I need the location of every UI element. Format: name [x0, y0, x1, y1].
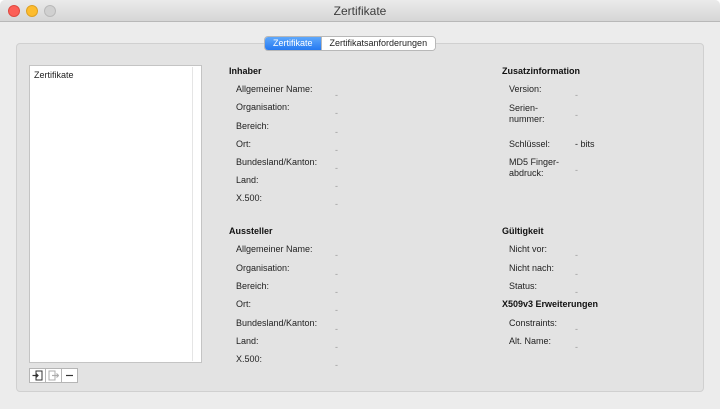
list-button-bar [29, 368, 78, 383]
aussteller-land-label: Land: [236, 336, 259, 346]
inhaber-ort-label: Ort: [236, 139, 251, 149]
constraints-value: - [575, 324, 578, 334]
not-after-value: - [575, 269, 578, 279]
aussteller-bereich-label: Bereich: [236, 281, 270, 291]
aussteller-x500-label: X.500: [236, 354, 263, 364]
certificate-list[interactable]: Zertifikate [29, 65, 202, 363]
list-item[interactable]: Zertifikate [34, 70, 74, 80]
constraints-label: Constraints: [509, 318, 558, 328]
aussteller-title: Aussteller [229, 226, 273, 236]
status-value: - [575, 287, 578, 297]
key-label: Schlüssel: [509, 139, 551, 149]
inhaber-common-name-value: - [335, 90, 338, 100]
gueltigkeit-title: Gültigkeit [502, 226, 544, 236]
import-button[interactable] [29, 368, 46, 383]
not-before-value: - [575, 250, 578, 260]
inhaber-bereich-label: Bereich: [236, 121, 270, 131]
inhaber-bereich-value: - [335, 127, 338, 137]
key-value: - bits [575, 139, 595, 149]
inhaber-title: Inhaber [229, 66, 262, 76]
remove-button[interactable] [61, 368, 78, 383]
inhaber-land-value: - [335, 181, 338, 191]
export-icon [48, 370, 59, 381]
certificates-window: Zertifikate Zertifikate Zertifikatsanfor… [0, 0, 720, 409]
alt-name-value: - [575, 342, 578, 352]
version-label: Version: [509, 84, 542, 94]
aussteller-bundesland-value: - [335, 324, 338, 334]
inhaber-land-label: Land: [236, 175, 259, 185]
serial-label-line2: nummer: [509, 114, 545, 124]
tab-bar: Zertifikate Zertifikatsanforderungen [264, 36, 437, 51]
window-title: Zertifikate [333, 4, 387, 18]
serial-value: - [575, 110, 578, 120]
aussteller-ort-label: Ort: [236, 299, 251, 309]
export-button[interactable] [45, 368, 62, 383]
import-icon [32, 370, 43, 381]
aussteller-land-value: - [335, 342, 338, 352]
aussteller-bundesland-label: Bundesland/Kanton: [236, 318, 318, 328]
tab-zertifikatsanforderungen[interactable]: Zertifikatsanforderungen [320, 37, 436, 50]
inhaber-common-name-label: Allgemeiner Name: [236, 84, 313, 94]
aussteller-common-name-value: - [335, 250, 338, 260]
x509-title: X509v3 Erweiterungen [502, 299, 599, 309]
minus-icon [66, 374, 73, 377]
inhaber-bundesland-value: - [335, 163, 338, 173]
not-after-label: Nicht nach: [509, 263, 555, 273]
aussteller-organisation-value: - [335, 269, 338, 279]
title-bar: Zertifikate [0, 0, 720, 22]
status-label: Status: [509, 281, 538, 291]
zusatz-title: Zusatzinformation [502, 66, 580, 76]
md5-label-line2: abdruck: [509, 168, 544, 178]
alt-name-label: Alt. Name: [509, 336, 552, 346]
serial-label-line1: Serien- [509, 103, 539, 113]
aussteller-organisation-label: Organisation: [236, 263, 290, 273]
inhaber-bundesland-label: Bundesland/Kanton: [236, 157, 318, 167]
tab-zertifikate[interactable]: Zertifikate [265, 37, 321, 50]
md5-label-line1: MD5 Finger- [509, 157, 560, 167]
aussteller-bereich-value: - [335, 287, 338, 297]
md5-value: - [575, 165, 578, 175]
inhaber-x500-value: - [335, 199, 338, 209]
inhaber-x500-label: X.500: [236, 193, 263, 203]
version-value: - [575, 90, 578, 100]
not-before-label: Nicht vor: [509, 244, 548, 254]
aussteller-ort-value: - [335, 305, 338, 315]
list-scroll-track [192, 67, 193, 361]
inhaber-ort-value: - [335, 145, 338, 155]
aussteller-x500-value: - [335, 360, 338, 370]
inhaber-organisation-value: - [335, 108, 338, 118]
inhaber-organisation-label: Organisation: [236, 102, 290, 112]
aussteller-common-name-label: Allgemeiner Name: [236, 244, 313, 254]
